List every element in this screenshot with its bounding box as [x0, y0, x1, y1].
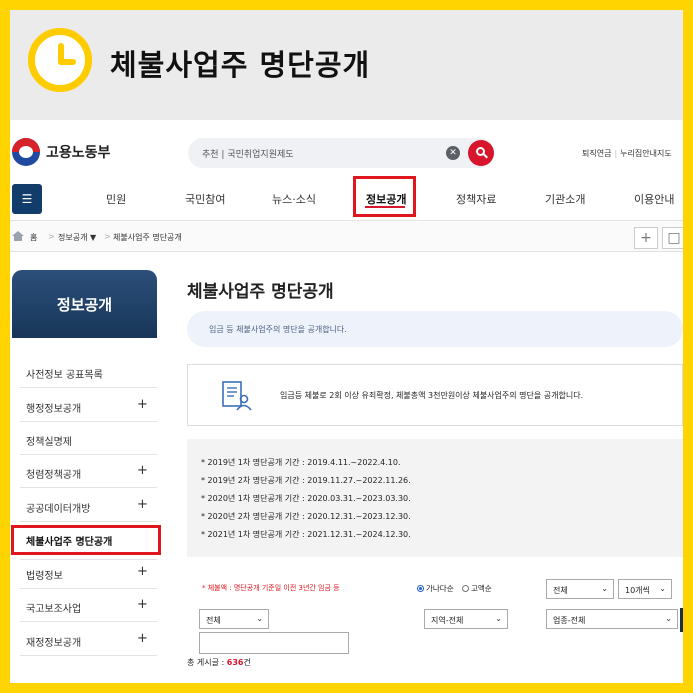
site-logo[interactable]: 고용노동부	[12, 138, 110, 166]
chevron-down-icon: ⌄	[601, 584, 608, 593]
clock-icon	[28, 28, 92, 92]
select-all[interactable]: 전체 ⌄	[546, 579, 614, 599]
industry-select[interactable]: 업종-전체 ⌄	[546, 609, 678, 629]
expand-plus-icon[interactable]: +	[137, 564, 148, 579]
sort-radio-alpha[interactable]: 가나다순	[417, 583, 454, 594]
sidebar-title: 정보공개	[56, 296, 113, 314]
breadcrumb-home[interactable]: 홈	[30, 232, 37, 243]
sidebar-header: 정보공개	[12, 270, 157, 338]
expand-plus-icon[interactable]: +	[137, 397, 148, 412]
expand-plus-icon[interactable]: +	[137, 497, 148, 512]
util-link-sitemap[interactable]: 누리집안내지도	[620, 148, 672, 159]
title-banner: 체불사업주 명단공개	[10, 10, 683, 120]
menu-button[interactable]: ☰	[12, 184, 42, 214]
gnb-item-guide[interactable]: 이용안내	[634, 191, 674, 207]
period-item: * 2019년 1차 명단공개 기간 : 2019.4.11.~2022.4.1…	[201, 458, 401, 467]
search-submit-edge[interactable]	[680, 608, 683, 632]
gnb-item-info-disclosure[interactable]: 정보공개	[366, 191, 406, 207]
plus-icon[interactable]: +	[634, 227, 658, 249]
page-size-select[interactable]: 10개씩 ⌄	[618, 579, 672, 599]
sidebar-item-pre-disclosure[interactable]: 사전정보 공표목록	[26, 366, 103, 381]
breadcrumb: 홈 > 정보공개 ▼ > 체불사업주 명단공개 + □	[10, 220, 683, 252]
arrears-warning: * 체불액 : 명단공개 기준일 이전 3년간 임금 등	[202, 584, 340, 592]
sort-radio-amount[interactable]: 고액순	[462, 583, 492, 594]
period-item: * 2019년 2차 명단공개 기간 : 2019.11.27.~2022.11…	[201, 476, 411, 485]
chevron-down-icon: ⌄	[665, 614, 672, 623]
square-icon[interactable]: □	[662, 227, 683, 249]
sidebar-item-integrity[interactable]: 청렴정책공개	[26, 466, 81, 481]
search-input[interactable]: 추천 | 국민취업지원제도	[202, 147, 294, 160]
chevron-down-icon: ⌄	[495, 614, 502, 623]
radio-empty-icon	[462, 585, 469, 592]
gnb-item-participation[interactable]: 국민참여	[185, 191, 225, 207]
gnb-item-news[interactable]: 뉴스·소식	[272, 191, 316, 207]
notice-box: 임금등 체불로 2회 이상 유죄확정, 체불총액 3천만원이상 체불사업주의 명…	[187, 364, 683, 426]
region-select[interactable]: 지역-전체 ⌄	[424, 609, 508, 629]
disclosure-periods: * 2019년 1차 명단공개 기간 : 2019.4.11.~2022.4.1…	[187, 439, 683, 557]
search-box[interactable]: 추천 | 국민취업지원제도 ✕	[188, 138, 494, 168]
period-item: * 2020년 1차 명단공개 기간 : 2020.03.31.~2023.03…	[201, 494, 411, 503]
gnb-item-about[interactable]: 기관소개	[545, 191, 585, 207]
expand-plus-icon[interactable]: +	[137, 463, 148, 478]
radio-selected-icon	[417, 585, 424, 592]
util-link-retirement[interactable]: 퇴직연금	[582, 148, 611, 159]
sidebar-item-finance[interactable]: 재정정보공개	[26, 634, 81, 649]
chevron-down-icon: ⌄	[659, 584, 666, 593]
sidebar-item-admin-info[interactable]: 행정정보공개	[26, 400, 81, 415]
type-select[interactable]: 전체 ⌄	[199, 609, 269, 629]
breadcrumb-current[interactable]: 체불사업주 명단공개	[113, 232, 182, 243]
sidebar-item-policy-name[interactable]: 정책실명제	[26, 433, 72, 448]
name-search-input[interactable]	[199, 632, 349, 654]
banner-title: 체불사업주 명단공개	[110, 48, 371, 82]
gnb-active-underline	[365, 206, 405, 208]
gnb-item-civil[interactable]: 민원	[106, 191, 126, 207]
period-item: * 2020년 2차 명단공개 기간 : 2020.12.31.~2023.12…	[201, 512, 411, 521]
gnb-item-policy[interactable]: 정책자료	[456, 191, 496, 207]
taegeuk-logo-icon	[12, 138, 40, 166]
intro-banner: 임금 등 체불사업주의 명단을 공개합니다.	[187, 311, 683, 347]
home-icon[interactable]	[12, 231, 24, 241]
period-item: * 2021년 1차 명단공개 기간 : 2021.12.31.~2024.12…	[201, 530, 411, 539]
clear-icon[interactable]: ✕	[446, 146, 460, 160]
sidebar-item-wage-arrears[interactable]: 체불사업주 명단공개	[26, 533, 112, 548]
document-person-icon	[222, 381, 252, 411]
search-button[interactable]	[468, 140, 494, 166]
sidebar-item-subsidy[interactable]: 국고보조사업	[26, 600, 81, 615]
chevron-down-icon: ⌄	[256, 614, 263, 623]
breadcrumb-info[interactable]: 정보공개 ▼	[58, 232, 96, 243]
sidebar-item-law[interactable]: 법령정보	[26, 567, 63, 582]
intro-text: 임금 등 체불사업주의 명단을 공개합니다.	[209, 325, 347, 334]
expand-plus-icon[interactable]: +	[137, 631, 148, 646]
notice-text: 임금등 체불로 2회 이상 유죄확정, 체불총액 3천만원이상 체불사업주의 명…	[280, 391, 584, 400]
expand-plus-icon[interactable]: +	[137, 597, 148, 612]
sidebar-item-open-data[interactable]: 공공데이터개방	[26, 500, 90, 515]
ministry-website: 고용노동부 추천 | 국민취업지원제도 ✕ 퇴직연금 | 누리집안내지도 ☰ 민원 …	[10, 120, 683, 683]
utility-links: 퇴직연금 | 누리집안내지도	[582, 148, 672, 159]
page-title: 체불사업주 명단공개	[187, 282, 334, 302]
logo-text: 고용노동부	[46, 145, 111, 161]
total-count: 총 게시글 : 636건	[187, 658, 251, 667]
screenshot-frame: 체불사업주 명단공개 고용노동부 추천 | 국민취업지원제도 ✕ 퇴직연금 | 누리…	[10, 10, 683, 683]
